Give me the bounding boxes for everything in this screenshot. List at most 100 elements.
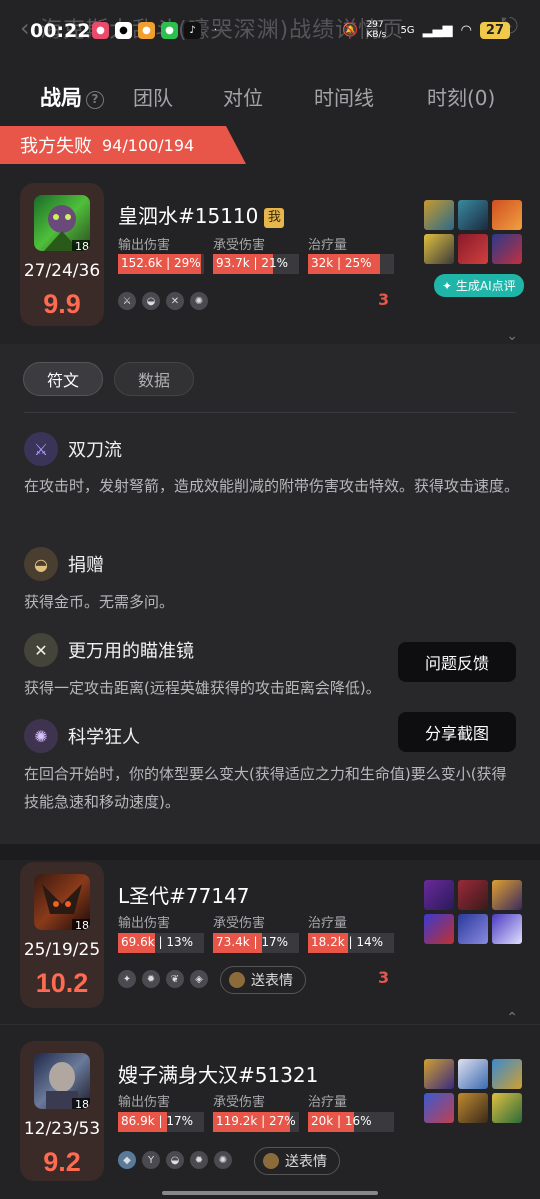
taken-label: 承受伤害 xyxy=(213,916,266,931)
scope-icon: ✕ xyxy=(24,633,58,667)
notification-icons: ● ● ● ● ♪ · xyxy=(92,22,224,39)
ai-review-button[interactable]: ✦ 生成AI点评 xyxy=(434,274,524,297)
donation-icon: ◒ xyxy=(166,1151,184,1169)
mute-icon: 🔕 xyxy=(342,22,359,38)
player-card[interactable]: 18 12/23/53 9.2 嫂子满身大汉#51321 输出伤害 承受伤害 治… xyxy=(0,1024,540,1199)
rune-mini-icons: ✦ ✹ ❦ ◈ xyxy=(118,970,208,988)
tab-battle[interactable]: 战局? xyxy=(40,82,104,112)
champion-portrait: 18 xyxy=(34,195,90,251)
signal-bars-icon: ▂▄▆ xyxy=(422,22,453,38)
item-icon xyxy=(458,200,488,230)
status-clock: 00:22 xyxy=(30,20,91,42)
tab-data[interactable]: 数据 xyxy=(114,362,194,396)
damage-bar: 69.6k | 13% xyxy=(118,933,204,953)
player-avatar-box: 18 12/23/53 9.2 xyxy=(20,1041,104,1181)
taken-value: 73.4k | 17% xyxy=(216,935,289,949)
battery-indicator: 27 xyxy=(479,21,510,39)
heal-label: 治疗量 xyxy=(308,1095,348,1110)
divider xyxy=(24,412,516,413)
help-icon[interactable]: ? xyxy=(86,91,104,109)
tiktok-icon: ♪ xyxy=(184,22,201,39)
champion-portrait: 18 xyxy=(34,1053,90,1109)
back-arrow-icon[interactable]: ‹ xyxy=(20,14,30,42)
taken-label: 承受伤害 xyxy=(213,238,266,253)
emote-label: 送表情 xyxy=(285,1154,327,1170)
dual-blade-icon: ⚔ xyxy=(24,432,58,466)
rune-icon: ✹ xyxy=(142,970,160,988)
item-icon xyxy=(424,1059,454,1089)
net-speed: 297 KB/s xyxy=(366,20,387,40)
tab-label: 战局 xyxy=(40,86,82,110)
player-name: 皇泗水#15110 xyxy=(118,204,259,228)
me-badge: 我 xyxy=(264,208,285,228)
chevron-down-icon[interactable]: ⌄ xyxy=(506,328,518,344)
player-avatar-box: 18 25/19/25 10.2 xyxy=(20,862,104,1008)
result-banner: 我方失败 94/100/194 xyxy=(0,126,246,164)
damage-value: 86.9k | 17% xyxy=(121,1114,194,1128)
emote-icon xyxy=(229,972,245,988)
tab-matchup[interactable]: 对位 xyxy=(223,82,263,111)
tab-team[interactable]: 团队 xyxy=(133,82,173,111)
champion-level: 18 xyxy=(72,240,90,251)
item-icon xyxy=(458,234,488,264)
item-icon xyxy=(492,200,522,230)
rune-row: ✺ 科学狂人 xyxy=(24,719,140,753)
send-emote-button[interactable]: 送表情 xyxy=(254,1147,340,1175)
rune-icon: ✦ xyxy=(118,970,136,988)
rune-row: ◒ 捐赠 xyxy=(24,547,104,581)
damage-bar: 152.6k | 29% xyxy=(118,254,204,274)
item-icon xyxy=(424,914,454,944)
damage-label: 输出伤害 xyxy=(118,916,171,931)
send-emote-button[interactable]: 送表情 xyxy=(220,966,306,994)
item-grid xyxy=(424,200,522,264)
item-icon xyxy=(458,1059,488,1089)
heal-value: 32k | 25% xyxy=(311,256,372,270)
status-right: 🔕 297 KB/s 5G ▂▄▆ ◠ 27 xyxy=(342,20,510,40)
signal-label: 5G xyxy=(400,24,415,36)
tab-bar: 战局? 团队 对位 时间线 时刻(0) xyxy=(0,62,540,126)
cube-icon: ◆ xyxy=(118,1151,136,1169)
player-kda: 12/23/53 xyxy=(23,1119,101,1139)
player-kda: 27/24/36 xyxy=(23,261,101,281)
heal-bar: 18.2k | 14% xyxy=(308,933,394,953)
tab-moments[interactable]: 时刻(0) xyxy=(427,82,495,111)
tab-runes[interactable]: 符文 xyxy=(23,362,103,396)
taken-label: 承受伤害 xyxy=(213,1095,266,1110)
heal-label: 治疗量 xyxy=(308,238,348,253)
emote-label: 送表情 xyxy=(251,973,293,989)
result-label: 我方失败 xyxy=(20,136,92,157)
result-banner-wrap: 我方失败 94/100/194 xyxy=(0,126,540,166)
champion-level: 18 xyxy=(72,919,90,930)
rune-icon: ❦ xyxy=(166,970,184,988)
item-icon xyxy=(492,1093,522,1123)
tab-timeline[interactable]: 时间线 xyxy=(314,82,374,111)
item-icon xyxy=(424,234,454,264)
rune-icon: ✹ xyxy=(190,1151,208,1169)
player-avatar-box: 18 27/24/36 9.9 xyxy=(20,183,104,326)
item-icon xyxy=(424,880,454,910)
damage-value: 69.6k | 13% xyxy=(121,935,194,949)
taken-bar: 73.4k | 17% xyxy=(213,933,299,953)
feedback-button[interactable]: 问题反馈 xyxy=(398,642,516,682)
rune-name: 科学狂人 xyxy=(68,727,140,748)
rune-name: 双刀流 xyxy=(68,440,122,461)
wifi-icon: ◠ xyxy=(460,22,472,38)
item-icon xyxy=(492,234,522,264)
player-name: L圣代#77147 xyxy=(118,884,250,908)
player-card[interactable]: 18 27/24/36 9.9 皇泗水#15110 我 输出伤害 承受伤害 治疗量… xyxy=(0,166,540,344)
rune-panel: 符文 数据 ⚔ 双刀流 在攻击时，发射弩箭，造成效能削减的附带伤害攻击特效。获得… xyxy=(0,344,540,844)
donation-icon: ◒ xyxy=(24,547,58,581)
emote-icon xyxy=(263,1153,279,1169)
share-screenshot-button[interactable]: 分享截图 xyxy=(398,712,516,752)
champion-portrait: 18 xyxy=(34,874,90,930)
item-icon xyxy=(458,880,488,910)
damage-value: 152.6k | 29% xyxy=(121,256,201,270)
rune-row: ⚔ 双刀流 xyxy=(24,432,122,466)
taken-bar: 119.2k | 27% xyxy=(213,1112,299,1132)
taken-bar: 93.7k | 21% xyxy=(213,254,299,274)
donation-icon: ◒ xyxy=(142,292,160,310)
multikill-marker: 3 xyxy=(378,290,390,309)
home-indicator xyxy=(162,1191,378,1195)
rune-description: 在攻击时，发射弩箭，造成效能削减的附带伤害攻击特效。获得攻击速度。 xyxy=(24,477,520,495)
player-card[interactable]: 18 25/19/25 10.2 L圣代#77147 输出伤害 承受伤害 治疗量… xyxy=(0,844,540,1026)
